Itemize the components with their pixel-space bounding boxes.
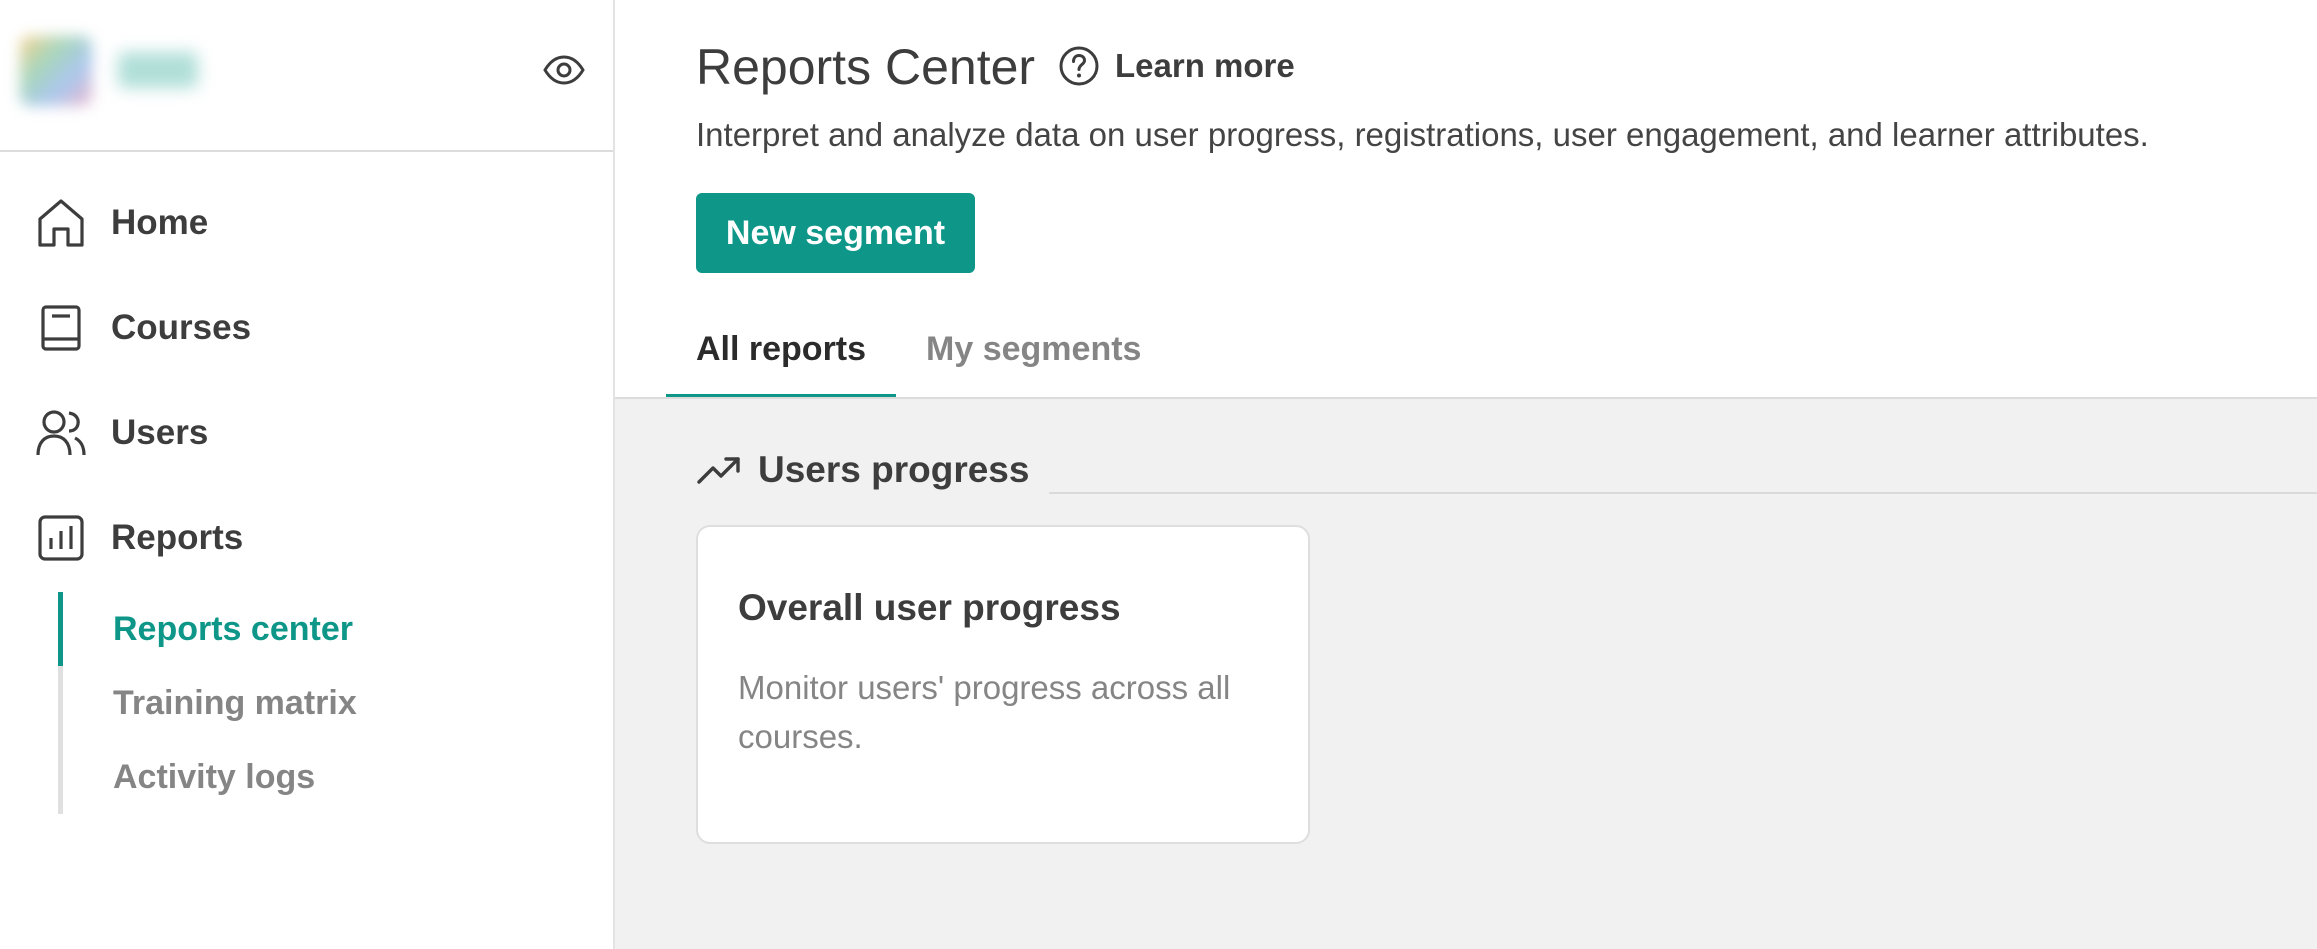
- page-subtitle: Interpret and analyze data on user progr…: [696, 116, 2149, 153]
- tab-all-reports[interactable]: All reports: [666, 300, 897, 399]
- learn-more-label: Learn more: [1115, 47, 1295, 84]
- home-icon: [34, 196, 88, 250]
- reports-subnav: Reports center Training matrix Activity …: [58, 592, 578, 814]
- trending-up-icon: [696, 450, 742, 490]
- page-header: Reports Center Learn more Interpret and …: [615, 0, 2317, 399]
- users-icon: [34, 406, 88, 460]
- sidebar-nav: Home Courses Users Reports: [0, 170, 613, 590]
- report-tabs: All reports My segments: [666, 300, 1171, 399]
- sidebar-item-courses[interactable]: Courses: [0, 275, 613, 380]
- page-title: Reports Center: [696, 39, 1036, 95]
- sidebar-item-home[interactable]: Home: [0, 170, 613, 275]
- bar-chart-icon: [34, 511, 88, 565]
- section-title: Users progress: [758, 449, 1030, 490]
- sidebar-item-reports[interactable]: Reports: [0, 485, 613, 590]
- book-icon: [34, 301, 88, 355]
- eye-icon: [543, 55, 585, 85]
- learn-more-link[interactable]: Learn more: [1057, 44, 1295, 88]
- help-circle-icon: [1057, 44, 1101, 88]
- company-logo[interactable]: [20, 36, 92, 106]
- card-title: Overall user progress: [738, 587, 1121, 628]
- brand-area: [0, 0, 613, 152]
- card-description: Monitor users' progress across all cours…: [738, 669, 1231, 755]
- sidebar-item-users[interactable]: Users: [0, 380, 613, 485]
- active-indicator: [58, 592, 63, 666]
- sidebar: Home Courses Users Reports Reports cente…: [0, 0, 615, 949]
- preview-eye-button[interactable]: [536, 48, 592, 92]
- new-segment-button[interactable]: New segment: [696, 193, 975, 273]
- section-divider: [1049, 492, 2317, 494]
- reports-content: Users progress Overall user progress Mon…: [615, 399, 2317, 949]
- subnav-item-training-matrix[interactable]: Training matrix: [113, 666, 357, 740]
- subnav-item-activity-logs[interactable]: Activity logs: [113, 740, 315, 814]
- app-window: Home Courses Users Reports Reports cente…: [0, 0, 2317, 949]
- sidebar-item-label: Home: [111, 202, 209, 242]
- main-content: Reports Center Learn more Interpret and …: [615, 0, 2317, 949]
- sidebar-item-label: Courses: [111, 307, 252, 347]
- section-header: Users progress: [696, 449, 1029, 491]
- report-card-overall-user-progress[interactable]: Overall user progress Monitor users' pro…: [696, 525, 1310, 844]
- sidebar-item-label: Reports: [111, 517, 244, 557]
- company-name: [118, 52, 198, 88]
- sidebar-item-label: Users: [111, 412, 209, 452]
- tab-my-segments[interactable]: My segments: [896, 300, 1171, 399]
- subnav-item-reports-center[interactable]: Reports center: [113, 592, 353, 666]
